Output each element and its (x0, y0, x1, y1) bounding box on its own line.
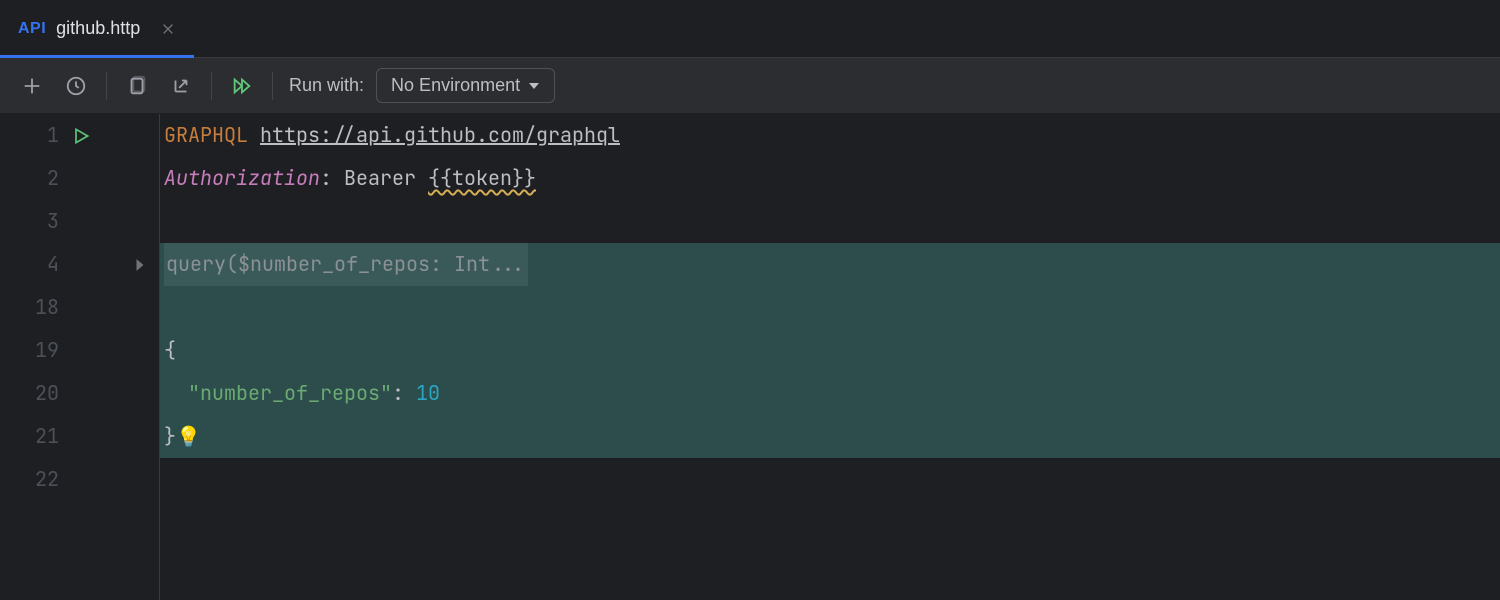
import-button[interactable] (161, 66, 201, 106)
folded-region[interactable]: query($number_of_repos: Int... (166, 251, 526, 277)
examples-button[interactable] (117, 66, 157, 106)
code-line[interactable] (160, 458, 1500, 501)
brace: } (164, 415, 176, 458)
code-line[interactable]: Authorization: Bearer {{token}} (160, 157, 1500, 200)
api-file-icon: API (18, 20, 46, 38)
intention-bulb-icon[interactable]: 💡 (176, 415, 201, 458)
code-line[interactable] (160, 286, 1500, 329)
fold-expand-icon[interactable] (133, 258, 147, 272)
environment-selected-value: No Environment (391, 75, 520, 96)
line-number: 1 (21, 114, 59, 157)
tab-close-button[interactable] (156, 17, 180, 41)
line-number: 3 (21, 200, 59, 243)
http-method: GRAPHQL (164, 114, 248, 157)
document-icon (126, 75, 148, 97)
environment-select[interactable]: No Environment (376, 68, 555, 103)
history-icon (65, 75, 87, 97)
toolbar: Run with: No Environment (0, 58, 1500, 114)
code-line-folded[interactable]: query($number_of_repos: Int... (160, 243, 1500, 286)
chevron-down-icon (528, 80, 540, 92)
brace: { (164, 329, 176, 372)
line-number: 20 (21, 372, 59, 415)
run-line-icon[interactable] (71, 126, 91, 146)
code-line[interactable] (160, 200, 1500, 243)
toolbar-separator (106, 72, 107, 100)
code-editor[interactable]: 1 2 3 4 18 19 20 21 (0, 114, 1500, 600)
tab-active-indicator (0, 55, 194, 58)
plus-icon (21, 75, 43, 97)
tab-github-http[interactable]: API github.http (0, 0, 194, 57)
line-number: 19 (21, 329, 59, 372)
line-number: 21 (21, 415, 59, 458)
json-key: "number_of_repos" (188, 372, 392, 415)
code-line[interactable]: }💡 (160, 415, 1500, 458)
code-line[interactable]: GRAPHQL https://api.github.com/graphql (160, 114, 1500, 157)
toolbar-separator (211, 72, 212, 100)
punct: : (320, 157, 332, 200)
request-url: https://api.github.com/graphql (260, 114, 620, 157)
header-value-prefix: Bearer (332, 157, 428, 200)
header-name: Authorization (164, 157, 320, 200)
close-icon (161, 22, 175, 36)
add-request-button[interactable] (12, 66, 52, 106)
indent (164, 372, 188, 415)
json-number: 10 (416, 372, 440, 415)
code-area[interactable]: GRAPHQL https://api.github.com/graphql A… (160, 114, 1500, 600)
gutter: 1 2 3 4 18 19 20 21 (0, 114, 160, 600)
line-number: 18 (21, 286, 59, 329)
tab-filename: github.http (56, 18, 140, 39)
code-line[interactable]: "number_of_repos": 10 (160, 372, 1500, 415)
code-line[interactable]: { (160, 329, 1500, 372)
line-number: 4 (21, 243, 59, 286)
import-icon (170, 75, 192, 97)
variable-placeholder: {{token}} (428, 157, 536, 200)
toolbar-separator (272, 72, 273, 100)
run-all-button[interactable] (222, 66, 262, 106)
line-number: 22 (21, 458, 59, 501)
double-play-icon (231, 75, 253, 97)
line-number: 2 (21, 157, 59, 200)
tab-bar: API github.http (0, 0, 1500, 58)
run-with-label: Run with: (289, 75, 364, 96)
history-button[interactable] (56, 66, 96, 106)
punct: : (392, 372, 416, 415)
